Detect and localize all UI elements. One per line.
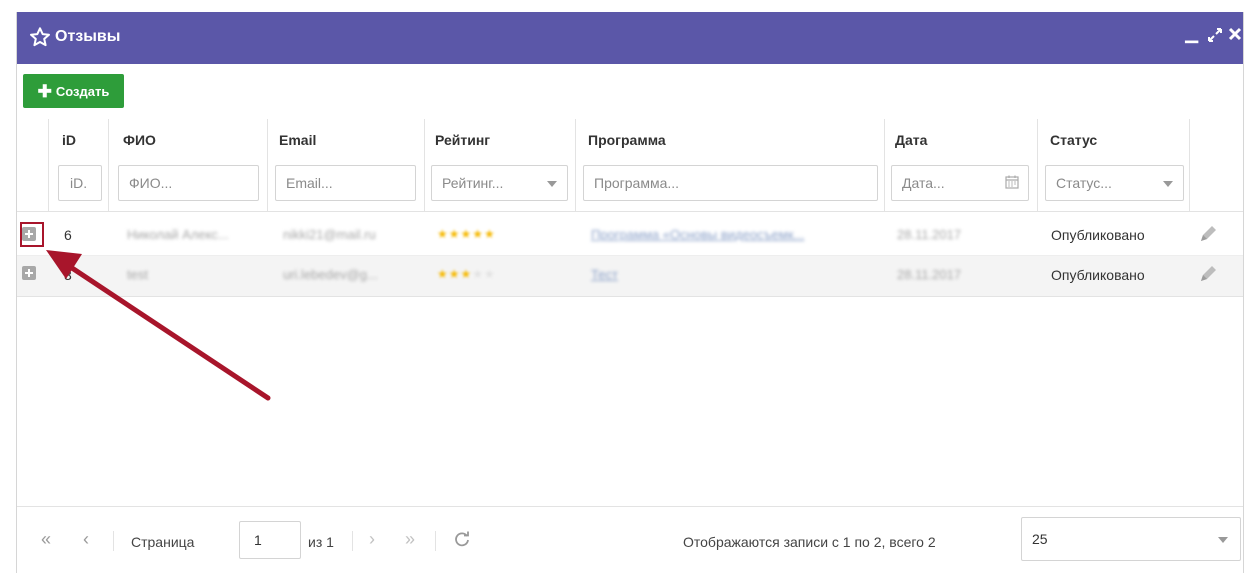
column-header-rating[interactable]: Рейтинг <box>435 132 490 148</box>
grid-line <box>1189 119 1190 211</box>
table-row[interactable]: 6 Николай Алекс... nikki21@mail.ru ★★★★★… <box>17 215 1243 255</box>
page-number-input[interactable]: 1 <box>239 521 301 559</box>
cell-status: Опубликовано <box>1051 267 1145 283</box>
grid-line <box>48 119 49 211</box>
window-titlebar: Отзывы ▁ <box>17 12 1243 64</box>
cell-program-link[interactable]: Программа «Основы видеосъемк... <box>591 227 804 242</box>
chevron-down-icon <box>1218 537 1228 543</box>
column-header-id[interactable]: iD <box>62 132 76 148</box>
reviews-window: Отзывы ▁ ✚ Создать iD ФИО Email Рейтинг … <box>16 12 1244 573</box>
page-label: Страница <box>131 534 195 550</box>
grid-line <box>575 119 576 211</box>
star-outline-icon <box>30 27 50 47</box>
close-icon[interactable] <box>1228 27 1242 41</box>
separator <box>352 531 353 551</box>
cell-date: 28.11.2017 <box>897 227 962 242</box>
header-divider <box>17 211 1243 212</box>
filter-fio-input[interactable]: ФИО... <box>118 165 259 201</box>
restore-icon[interactable] <box>1207 27 1223 43</box>
chevron-down-icon <box>547 181 557 187</box>
separator <box>435 531 436 551</box>
page-count-label: из 1 <box>308 534 334 550</box>
plus-icon: ✚ <box>37 81 52 101</box>
rating-stars: ★★★★★ <box>437 267 496 281</box>
refresh-icon[interactable] <box>453 530 471 548</box>
filter-email-input[interactable]: Email... <box>275 165 416 201</box>
edit-pencil-icon[interactable] <box>1197 223 1219 245</box>
expand-row-icon[interactable] <box>22 266 36 280</box>
filter-status-select[interactable]: Статус... <box>1045 165 1184 201</box>
page-size-value: 25 <box>1032 531 1048 547</box>
cell-fio: test <box>127 267 148 282</box>
column-header-email[interactable]: Email <box>279 132 316 148</box>
filter-status-placeholder: Статус... <box>1056 175 1112 191</box>
highlight-box <box>20 222 44 247</box>
last-page-icon[interactable]: » <box>405 529 415 550</box>
next-page-icon[interactable]: › <box>369 529 375 550</box>
filter-rating-select[interactable]: Рейтинг... <box>431 165 568 201</box>
cell-id: 6 <box>64 227 72 243</box>
first-page-icon[interactable]: « <box>41 529 51 550</box>
cell-email: nikki21@mail.ru <box>283 227 376 242</box>
cell-fio: Николай Алекс... <box>127 227 229 242</box>
column-header-fio[interactable]: ФИО <box>123 132 156 148</box>
page-size-select[interactable]: 25 <box>1021 517 1241 561</box>
column-header-date[interactable]: Дата <box>895 132 927 148</box>
cell-date: 28.11.2017 <box>897 267 962 282</box>
create-button-label: Создать <box>55 83 110 99</box>
grid-line <box>108 119 109 211</box>
chevron-down-icon <box>1163 181 1173 187</box>
cell-program-link[interactable]: Тест <box>591 267 618 282</box>
grid-line <box>884 119 885 211</box>
minimize-icon[interactable]: ▁ <box>1185 24 1198 44</box>
grid-line <box>267 119 268 211</box>
filter-date-input[interactable]: Дата... <box>891 165 1029 201</box>
cell-status: Опубликовано <box>1051 227 1145 243</box>
filter-id-input[interactable]: iD. <box>58 165 102 201</box>
calendar-icon[interactable] <box>1005 175 1019 189</box>
table-row[interactable]: 3 test uri.lebedev@g... ★★★★★ Тест 28.11… <box>17 256 1243 296</box>
records-summary: Отображаются записи с 1 по 2, всего 2 <box>683 534 936 550</box>
column-header-program[interactable]: Программа <box>588 132 666 148</box>
pagination-bar: « ‹ Страница 1 из 1 › » Отображаются зап… <box>17 506 1243 573</box>
cell-email: uri.lebedev@g... <box>283 267 378 282</box>
prev-page-icon[interactable]: ‹ <box>83 529 89 550</box>
edit-pencil-icon[interactable] <box>1197 263 1219 285</box>
create-button[interactable]: ✚ Создать <box>23 74 124 108</box>
window-title: Отзывы <box>55 28 121 45</box>
grid-line <box>1037 119 1038 211</box>
column-header-status[interactable]: Статус <box>1050 132 1097 148</box>
filter-program-input[interactable]: Программа... <box>583 165 878 201</box>
filter-date-placeholder: Дата... <box>902 175 945 191</box>
filter-rating-placeholder: Рейтинг... <box>442 175 504 191</box>
cell-id: 3 <box>64 267 72 283</box>
grid-line <box>424 119 425 211</box>
row-divider <box>17 296 1243 297</box>
separator <box>113 531 114 551</box>
rating-stars: ★★★★★ <box>437 227 496 241</box>
